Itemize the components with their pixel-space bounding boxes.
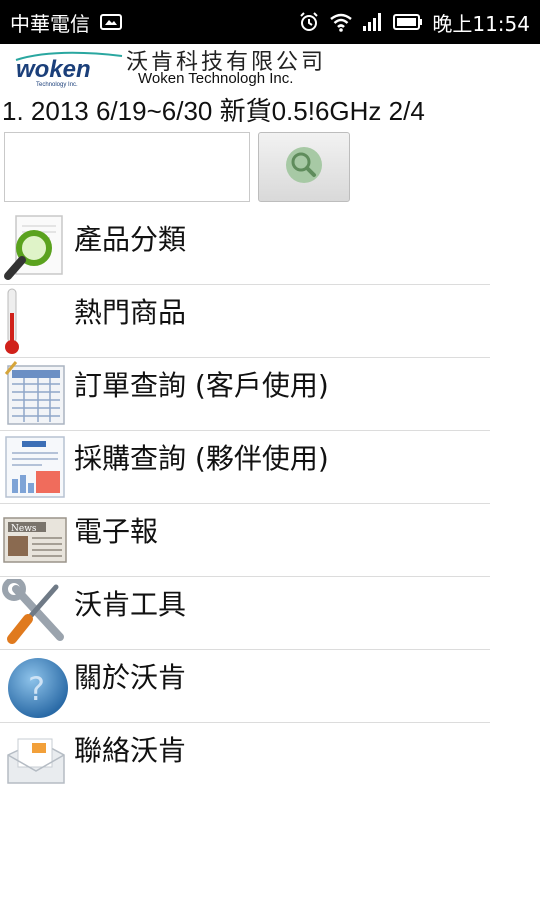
thermometer-icon (2, 287, 68, 355)
alarm-icon (298, 11, 320, 33)
carrier-label: 中華電信 (10, 11, 90, 36)
menu-item-label: 電子報 (74, 515, 159, 548)
menu-item-label: 熱門商品 (74, 296, 187, 329)
announcement-marquee[interactable]: 1. 2013 6/19~6/30 新貨0.5!6GHz 2/4 (0, 94, 490, 128)
menu-item-product-categories[interactable]: 產品分類 (0, 212, 490, 285)
status-bar: 中華電信 晚上11:54 (0, 0, 540, 44)
menu-item-purchase-query[interactable]: 採購查詢 (夥伴使用) (0, 431, 490, 504)
menu-item-contact-woken[interactable]: 聯絡沃肯 (0, 723, 490, 796)
newspaper-icon: News (2, 506, 68, 574)
clock-label: 晚上11:54 (432, 11, 530, 36)
menu-item-woken-tools[interactable]: 沃肯工具 (0, 577, 490, 650)
menu-item-label: 沃肯工具 (74, 588, 187, 621)
svg-text:?: ? (28, 670, 45, 708)
status-bar-left: 中華電信 (10, 8, 122, 37)
spreadsheet-icon (2, 360, 68, 428)
search-icon (282, 143, 326, 191)
menu-item-label: 採購查詢 (夥伴使用) (74, 442, 329, 475)
svg-text:Technology Inc.: Technology Inc. (36, 82, 78, 88)
menu-item-label: 關於沃肯 (74, 661, 187, 694)
mail-envelope-icon (2, 725, 68, 793)
question-globe-icon: ? (2, 652, 68, 720)
menu-item-hot-products[interactable]: 熱門商品 (0, 285, 490, 358)
search-input[interactable] (4, 132, 250, 202)
menu-item-label: 產品分類 (74, 223, 187, 256)
menu-item-label: 聯絡沃肯 (74, 734, 187, 767)
screenshot-notification-icon (100, 13, 122, 31)
report-chart-icon (2, 433, 68, 501)
tools-icon (2, 577, 68, 647)
menu-item-newsletter[interactable]: News 電子報 (0, 504, 490, 577)
svg-text:News: News (11, 524, 37, 534)
signal-icon (362, 12, 384, 32)
status-bar-right: 晚上11:54 (298, 8, 530, 37)
menu-item-about-woken[interactable]: ? 關於沃肯 (0, 650, 490, 723)
wifi-icon (329, 12, 353, 32)
search-button[interactable] (258, 132, 350, 202)
magnifier-document-icon (2, 214, 68, 282)
svg-text:woken: woken (16, 56, 91, 83)
company-name-en: Woken Technologh Inc. (138, 70, 294, 87)
menu-item-order-query[interactable]: 訂單查詢 (客戶使用) (0, 358, 490, 431)
menu-item-label: 訂單查詢 (客戶使用) (74, 369, 329, 402)
main-menu: 產品分類 熱門商品 訂單查詢 (客戶使用) 採購查詢 (夥伴使用) News 電… (0, 212, 490, 796)
app-header: woken Technology Inc. 沃肯科技有限公司 Woken Tec… (0, 44, 540, 92)
battery-icon (393, 13, 423, 31)
woken-logo: woken Technology Inc. (14, 50, 124, 88)
